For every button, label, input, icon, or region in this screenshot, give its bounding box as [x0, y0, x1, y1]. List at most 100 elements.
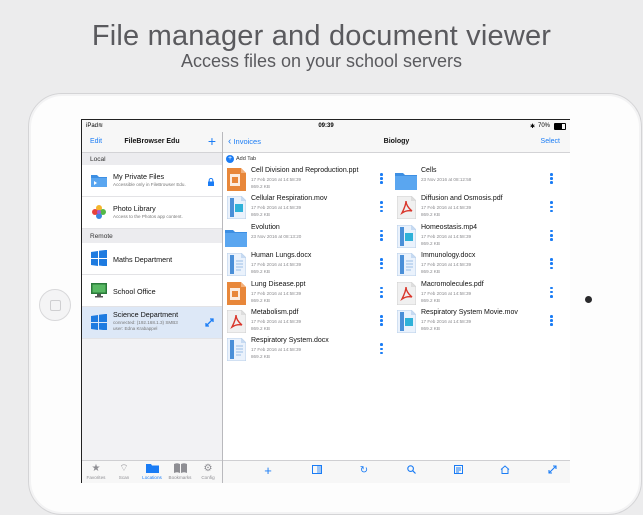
sidebar-item-label: My Private Files [113, 172, 165, 181]
home-button-glyph [50, 300, 61, 311]
sidebar-item-photo-library[interactable]: Photo Library Access to the Photos app c… [82, 197, 222, 229]
file-size: 869.2 KB [251, 184, 270, 189]
sidebar-item-label: Photo Library [113, 204, 156, 213]
file-item[interactable]: Respiratory System Movie.mov 17 Feb 2016 … [393, 308, 558, 336]
more-options-icon[interactable] [380, 258, 383, 271]
home-icon[interactable] [498, 465, 512, 477]
folder-file-icon [225, 228, 247, 251]
more-options-icon[interactable] [550, 201, 553, 214]
search-icon[interactable] [404, 465, 418, 477]
file-date: 17 Feb 2016 at 14:58:39 [421, 319, 472, 324]
file-item[interactable]: Cell Division and Reproduction.ppt 17 Feb… [223, 166, 388, 194]
sidebar-item-private-files[interactable]: My Private Files Accessible only in File… [82, 165, 222, 197]
tab-favorites[interactable]: ★ Favorites [82, 463, 110, 480]
more-options-icon[interactable] [550, 286, 553, 300]
file-size: 869.2 KB [251, 297, 270, 303]
doc-file-icon [226, 337, 247, 362]
tab-scan[interactable]: ⌔ Scan [110, 463, 138, 480]
sidebar-item-science-department[interactable]: Science Department connected: (192.168.1… [82, 307, 222, 339]
file-size: 869.2 KB [421, 240, 440, 246]
tab-bookmarks[interactable]: Bookmarks [166, 463, 194, 480]
pdf-file-icon [396, 195, 417, 220]
sidebar: Edit FileBrowser Edu + Local My Private … [82, 132, 223, 483]
select-button[interactable]: Select [541, 138, 560, 145]
file-date: 17 Feb 2016 at 14:58:39 [421, 290, 472, 296]
tab-label: Favorites [86, 475, 106, 480]
file-item[interactable]: Human Lungs.docx 17 Feb 2016 at 14:58:39 8… [223, 251, 388, 279]
file-name: Homeostasis.mp4 [421, 223, 478, 231]
file-item[interactable]: Homeostasis.mp4 17 Feb 2016 at 14:58:39 86… [393, 223, 558, 251]
add-tab-button[interactable]: + Add Tab [226, 154, 256, 164]
file-item[interactable]: Respiratory System.docx 17 Feb 2016 at 14… [223, 336, 388, 364]
file-item[interactable]: Immunology.docx 17 Feb 2016 at 14:58:39 86… [393, 251, 558, 279]
file-item[interactable]: Cells 23 Nov 2016 at 08:12:58 [393, 166, 558, 194]
file-name: Evolution [251, 223, 280, 231]
section-header-local: Local [82, 153, 222, 165]
file-item[interactable]: Cellular Respiration.mov 17 Feb 2016 at 1… [223, 194, 388, 222]
more-options-icon[interactable] [550, 258, 553, 271]
file-item[interactable]: Diffusion and Osmosis.pdf 17 Feb 2016 at … [393, 194, 558, 222]
file-item[interactable]: Evolution 23 Nov 2016 at 08:13:20 [223, 223, 388, 251]
file-date: 23 Nov 2016 at 08:12:58 [421, 177, 472, 182]
file-item[interactable]: Macromolecules.pdf 17 Feb 2016 at 14:58:3… [393, 280, 558, 308]
folder-icon [138, 463, 166, 474]
file-date: 17 Feb 2016 at 14:58:39 [251, 290, 302, 296]
file-name: Lung Disease.ppt [251, 280, 306, 288]
status-time: 09:39 [318, 123, 334, 129]
more-options-icon[interactable] [380, 201, 383, 214]
add-icon[interactable]: + [261, 463, 275, 478]
refresh-icon[interactable]: ↻ [357, 465, 371, 476]
sidebar-item-subtitle: Access to the Photos app content. [113, 214, 183, 219]
file-item[interactable]: Lung Disease.ppt 17 Feb 2016 at 14:58:39 8… [223, 280, 388, 308]
file-name: Cell Division and Reproduction.ppt [251, 167, 359, 174]
file-date: 17 Feb 2016 at 14:58:39 [421, 262, 472, 268]
file-date: 17 Feb 2016 at 14:58:39 [251, 319, 302, 324]
file-name: Diffusion and Osmosis.pdf [421, 195, 503, 203]
add-location-button[interactable]: + [208, 133, 216, 149]
more-options-icon[interactable] [380, 229, 383, 243]
more-options-icon[interactable] [550, 229, 553, 243]
sidebar-navbar: Edit FileBrowser Edu + [82, 132, 222, 153]
tab-locations[interactable]: Locations [138, 463, 166, 480]
book-icon [166, 463, 194, 474]
pdf-file-icon [226, 309, 247, 334]
main-navbar: ‹ Invoices Biology Select [223, 132, 570, 153]
expand-icon[interactable] [205, 318, 214, 327]
tab-label: Scan [118, 475, 130, 480]
file-size: 869.2 KB [421, 297, 440, 303]
tab-label: Bookmarks [168, 475, 192, 480]
sidebar-item-school-office[interactable]: School Office [82, 275, 222, 307]
file-name: Respiratory System Movie.mov [421, 309, 518, 316]
more-options-icon[interactable] [550, 173, 553, 186]
sidebar-item-label: Maths Department [113, 255, 173, 264]
more-options-icon[interactable] [380, 343, 383, 356]
file-size: 869.2 KB [421, 269, 440, 275]
section-header-remote: Remote [82, 229, 222, 243]
file-size: 869.2 KB [251, 326, 270, 331]
filter-icon[interactable] [451, 465, 465, 477]
promo-headline: File manager and document viewer [91, 20, 552, 52]
gear-icon: ⚙ [203, 463, 213, 474]
sidebar-title: FileBrowser Edu [124, 138, 180, 145]
more-options-icon[interactable] [380, 315, 383, 328]
bottom-toolbar: + ↻ [223, 460, 570, 483]
battery-icon [554, 123, 566, 130]
sidebar-item-user: user: Edna Krabappel [113, 326, 158, 331]
more-options-icon[interactable] [550, 315, 553, 328]
more-options-icon[interactable] [380, 286, 383, 300]
split-view-icon[interactable] [310, 465, 324, 477]
tab-config[interactable]: ⚙ Config [194, 463, 222, 480]
folder-title: Biology [383, 138, 410, 145]
sidebar-item-maths-department[interactable]: Maths Department [82, 243, 222, 275]
mov-file-icon [396, 224, 417, 249]
doc-file-icon [396, 252, 417, 277]
fullscreen-icon[interactable] [545, 465, 559, 477]
file-date: 17 Feb 2016 at 14:58:39 [251, 347, 302, 353]
file-item[interactable]: Metabolism.pdf 17 Feb 2016 at 14:58:39 869… [223, 308, 388, 336]
more-options-icon[interactable] [380, 173, 383, 186]
tab-bar: ★ Favorites ⌔ Scan Locations Bookmarks ⚙ Co… [82, 460, 222, 483]
pdf-file-icon [396, 281, 417, 306]
file-size: 869.2 KB [251, 269, 270, 275]
sidebar-item-label: School Office [113, 287, 156, 296]
doc-file-icon [226, 252, 247, 277]
